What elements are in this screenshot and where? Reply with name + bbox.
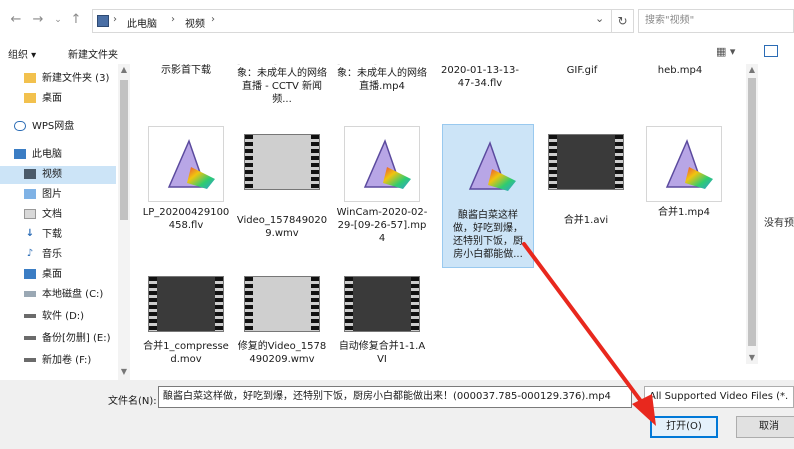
file-label-partial[interactable]: 示影首下载 — [140, 64, 232, 77]
sidebar-item-this-pc[interactable]: 此电脑 — [14, 146, 62, 164]
address-dropdown-icon[interactable]: ⌄ — [595, 12, 604, 25]
breadcrumb-separator-icon[interactable]: › — [211, 14, 215, 25]
up-arrow-icon[interactable]: ↑ — [68, 12, 84, 28]
file-name: Video_1578490209.wmv — [236, 215, 328, 239]
file-name: 自动修复合并1-1.AVI — [338, 341, 426, 365]
video-thumbnail — [344, 276, 420, 336]
file-tile[interactable]: 合并1.avi — [540, 126, 632, 227]
file-name: LP_20200429100458.flv — [142, 207, 230, 231]
sidebar-item-videos[interactable]: 视频 — [0, 166, 116, 184]
file-name: 合并1.avi — [563, 215, 609, 226]
sidebar-item-desktop-2[interactable]: 桌面 — [24, 266, 62, 284]
file-list-scrollbar[interactable]: ▲ ▼ — [746, 64, 758, 364]
sidebar-item-drive-d[interactable]: 软件 (D:) — [24, 308, 84, 326]
breadcrumb-videos[interactable]: 视频 — [185, 15, 205, 30]
file-tile[interactable]: WinCam-2020-02-29-[09-26-57].mp4 — [336, 126, 428, 245]
sidebar-item-wps-cloud[interactable]: WPS网盘 — [14, 118, 74, 136]
file-label-partial[interactable]: 2020-01-13-13-47-34.flv — [434, 64, 526, 90]
file-tile[interactable]: LP_20200429100458.flv — [140, 126, 232, 232]
file-type-select[interactable]: All Supported Video Files (*. — [644, 386, 794, 408]
file-label-partial[interactable]: heb.mp4 — [634, 64, 726, 77]
drive-icon — [24, 336, 36, 340]
sidebar-item-drive-c[interactable]: 本地磁盘 (C:) — [24, 286, 103, 304]
media-file-icon — [148, 126, 224, 202]
file-tile[interactable]: 修复的Video_1578490209.wmv — [236, 272, 328, 366]
desktop-icon — [24, 269, 36, 279]
file-label-partial[interactable]: GIF.gif — [536, 64, 628, 77]
pictures-icon — [24, 189, 36, 199]
organize-button[interactable]: 组织 ▾ — [8, 46, 36, 61]
sidebar-item-pictures[interactable]: 图片 — [24, 186, 62, 204]
file-name: WinCam-2020-02-29-[09-26-57].mp4 — [336, 207, 428, 244]
file-list-scroll-thumb[interactable] — [748, 78, 756, 346]
file-tile[interactable]: Video_1578490209.wmv — [236, 126, 328, 240]
forward-arrow-icon[interactable]: → — [30, 12, 46, 28]
scroll-down-icon[interactable]: ▼ — [118, 366, 130, 378]
music-note-icon: ♪ — [26, 248, 34, 259]
file-tile[interactable]: 合并1_compressed.mov — [140, 272, 232, 366]
search-input[interactable]: 搜索"视频" — [638, 9, 794, 33]
recent-dropdown-icon[interactable]: ⌄ — [50, 12, 66, 28]
change-view-icon[interactable]: ▦ ▾ — [716, 45, 744, 58]
sidebar-scroll-thumb[interactable] — [120, 80, 128, 220]
download-arrow-icon: ↓ — [25, 228, 35, 239]
filename-input[interactable]: 酿酱白菜这样做，好吃到爆，还特别下饭，厨房小白都能做出来！(000037.785… — [158, 386, 632, 408]
toolbar: 组织 ▾ 新建文件夹 ▦ ▾ — [0, 42, 794, 64]
refresh-button[interactable]: ↻ — [612, 9, 634, 33]
sidebar-item-drive-e[interactable]: 备份[勿删] (E:) — [24, 330, 110, 348]
sidebar-item-drive-f[interactable]: 新加卷 (F:) — [24, 352, 91, 370]
video-folder-icon — [24, 169, 36, 179]
cancel-button[interactable]: 取消 — [736, 416, 794, 438]
preview-pane-icon[interactable] — [764, 45, 778, 57]
drive-icon — [24, 314, 36, 318]
new-folder-button[interactable]: 新建文件夹 — [68, 46, 118, 61]
video-thumbnail — [244, 134, 320, 210]
file-name: 修复的Video_1578490209.wmv — [237, 341, 327, 365]
scroll-up-icon[interactable]: ▲ — [746, 64, 758, 76]
address-bar[interactable]: › 此电脑 › 视频 › — [92, 9, 612, 33]
file-name: 合并1.mp4 — [658, 207, 710, 218]
back-arrow-icon[interactable]: ← — [8, 12, 24, 28]
address-row: ← → ⌄ ↑ › 此电脑 › 视频 › ⌄ ↻ 搜索"视频" — [0, 0, 794, 42]
media-file-icon — [646, 126, 722, 202]
sidebar-item-new-folder[interactable]: 新建文件夹 (3) — [24, 70, 109, 88]
computer-icon — [14, 149, 26, 159]
drive-icon — [24, 291, 36, 297]
file-list: 示影首下载 [24小时]网络视频乱象：未成年人的网络直播 - CCTV 新闻频.… — [132, 64, 744, 380]
file-name: 酿酱白菜这样做，好吃到爆，还特别下饭，厨房小白都能做... — [453, 210, 523, 260]
media-file-icon — [450, 129, 526, 205]
file-tile[interactable]: 合并1.mp4 — [638, 126, 730, 219]
documents-icon — [24, 209, 36, 219]
video-thumbnail — [548, 134, 624, 210]
file-tile[interactable]: 自动修复合并1-1.AVI — [336, 272, 428, 366]
video-thumbnail — [148, 276, 224, 336]
scroll-down-icon[interactable]: ▼ — [746, 352, 758, 364]
video-folder-icon — [97, 15, 109, 27]
file-name: 合并1_compressed.mov — [143, 341, 229, 365]
sidebar-item-desktop[interactable]: 桌面 — [24, 90, 62, 108]
file-label-partial[interactable]: [24小时]网络视频乱象：未成年人的网络直播.mp4 — [336, 64, 428, 93]
cloud-icon — [14, 121, 26, 131]
navigation-pane: 新建文件夹 (3) 桌面 WPS网盘 此电脑 视频 图片 文档 ↓ 下载 ♪ 音乐 … — [0, 64, 130, 380]
folder-icon — [24, 93, 36, 103]
scroll-up-icon[interactable]: ▲ — [118, 64, 130, 76]
folder-icon — [24, 73, 36, 83]
breadcrumb-separator-icon[interactable]: › — [113, 14, 117, 25]
sidebar-scrollbar[interactable]: ▲ ▼ — [118, 64, 130, 380]
open-button[interactable]: 打开(O) — [650, 416, 718, 438]
sidebar-item-music[interactable]: ♪ 音乐 — [24, 246, 62, 264]
filename-label: 文件名(N): — [108, 396, 157, 407]
sidebar-item-downloads[interactable]: ↓ 下载 — [24, 226, 62, 244]
sidebar-item-documents[interactable]: 文档 — [24, 206, 62, 224]
dialog-footer: 文件名(N): 酿酱白菜这样做，好吃到爆，还特别下饭，厨房小白都能做出来！(00… — [0, 380, 794, 449]
file-label-partial[interactable]: [24小时]网络视频乱象：未成年人的网络直播 - CCTV 新闻频... — [236, 64, 328, 106]
file-tile-selected[interactable]: 酿酱白菜这样做，好吃到爆，还特别下饭，厨房小白都能做... — [442, 124, 534, 268]
breadcrumb-separator-icon[interactable]: › — [171, 14, 175, 25]
media-file-icon — [344, 126, 420, 202]
drive-icon — [24, 358, 36, 362]
breadcrumb-this-pc[interactable]: 此电脑 — [127, 15, 157, 30]
preview-pane-text: 没有预 — [764, 218, 794, 229]
video-thumbnail — [244, 276, 320, 336]
